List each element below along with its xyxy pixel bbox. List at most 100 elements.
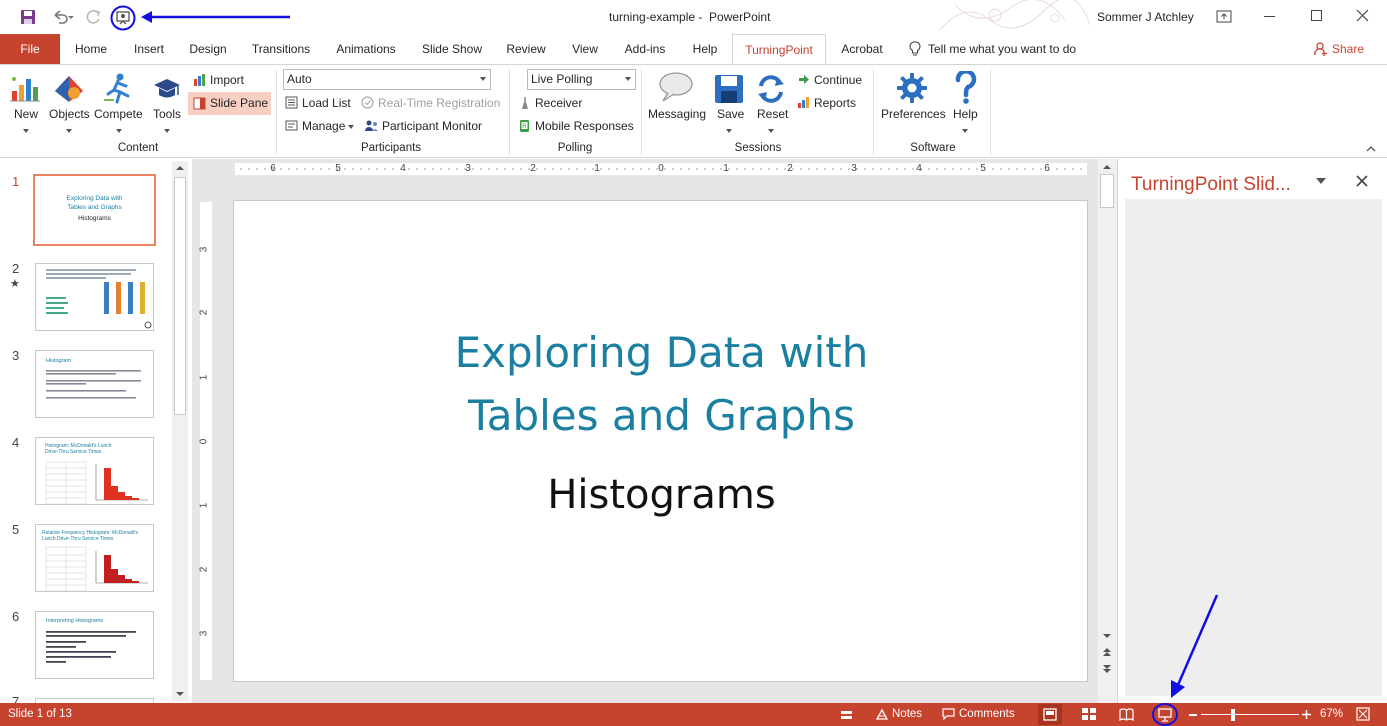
preferences-button[interactable]: Preferences xyxy=(881,107,946,121)
load-list-button[interactable]: Load List xyxy=(302,96,351,110)
messaging-button[interactable]: Messaging xyxy=(648,107,706,121)
maximize-icon[interactable] xyxy=(1311,10,1322,21)
zoom-out-icon[interactable] xyxy=(1189,714,1197,716)
slide-sorter-icon[interactable] xyxy=(1082,708,1096,721)
share-button[interactable]: Share xyxy=(1332,34,1364,64)
task-pane-options-icon[interactable] xyxy=(1316,178,1326,184)
thumbnail-slide-3[interactable]: Histogram xyxy=(35,350,154,418)
zoom-slider-thumb[interactable] xyxy=(1231,709,1235,721)
zoom-in-icon[interactable] xyxy=(1302,710,1311,719)
scroll-up-icon[interactable] xyxy=(1103,164,1111,170)
mobile-responses-button[interactable]: Mobile Responses xyxy=(535,119,634,133)
scroll-thumb[interactable] xyxy=(1100,174,1114,208)
thumbnail-slide-6[interactable]: Interpreting Histograms xyxy=(35,611,154,679)
new-button[interactable]: New xyxy=(14,107,38,121)
presenter-view-quick-icon[interactable] xyxy=(110,5,136,31)
participant-monitor-button[interactable]: Participant Monitor xyxy=(382,119,482,133)
thumbnail-scrollbar[interactable] xyxy=(172,161,188,701)
editor-scrollbar[interactable] xyxy=(1098,159,1117,703)
tab-file[interactable]: File xyxy=(0,34,60,64)
polling-mode-combo[interactable]: Live Polling xyxy=(527,69,636,90)
participant-list-combo[interactable]: Auto xyxy=(283,69,491,90)
manage-button[interactable]: Manage xyxy=(302,119,345,133)
share-icon[interactable] xyxy=(1314,42,1328,56)
scroll-down-icon[interactable] xyxy=(1103,633,1111,639)
save-icon[interactable] xyxy=(20,9,36,25)
compete-icon[interactable] xyxy=(102,72,134,104)
reading-view-icon[interactable] xyxy=(1119,708,1134,721)
notes-icon[interactable] xyxy=(876,708,888,720)
user-name[interactable]: Sommer J Atchley xyxy=(1097,10,1194,24)
tools-button[interactable]: Tools xyxy=(153,107,181,121)
session-save-icon[interactable] xyxy=(714,74,744,104)
import-button[interactable]: Import xyxy=(210,73,244,87)
slide-show-icon[interactable] xyxy=(1152,703,1178,726)
reset-button[interactable]: Reset xyxy=(757,107,788,121)
objects-icon[interactable] xyxy=(52,73,86,105)
help-dropdown-icon[interactable] xyxy=(962,129,968,133)
tools-dropdown-icon[interactable] xyxy=(164,129,170,133)
compete-dropdown-icon[interactable] xyxy=(116,129,122,133)
tab-help[interactable]: Help xyxy=(688,34,722,64)
tab-animations[interactable]: Animations xyxy=(333,34,399,64)
normal-view-button[interactable] xyxy=(1038,704,1062,725)
thumbnail-slide-5[interactable]: Relative Frequency Histogram: McDonald's… xyxy=(35,524,154,592)
next-slide-icon[interactable] xyxy=(1103,664,1111,674)
session-save-button[interactable]: Save xyxy=(717,107,744,121)
collapse-ribbon-icon[interactable] xyxy=(1366,145,1376,152)
scroll-down-icon[interactable] xyxy=(176,691,184,697)
session-save-dropdown-icon[interactable] xyxy=(726,129,732,133)
tab-transitions[interactable]: Transitions xyxy=(248,34,314,64)
scroll-up-icon[interactable] xyxy=(176,165,184,171)
zoom-slider[interactable] xyxy=(1201,714,1299,715)
reset-icon[interactable] xyxy=(755,74,787,104)
tab-view[interactable]: View xyxy=(568,34,602,64)
zoom-level[interactable]: 67% xyxy=(1320,708,1343,720)
tab-addins[interactable]: Add-ins xyxy=(620,34,670,64)
fit-slide-icon[interactable] xyxy=(1356,707,1370,721)
slide-pane-button[interactable]: Slide Pane xyxy=(188,92,271,115)
tools-icon[interactable] xyxy=(153,76,181,102)
continue-button[interactable]: Continue xyxy=(814,73,862,87)
tab-insert[interactable]: Insert xyxy=(128,34,170,64)
slide-title[interactable]: Exploring Data with Tables and Graphs xyxy=(234,321,1089,447)
thumbnail-slide-4[interactable]: Histogram: McDonald's Lunch Drive-Thru S… xyxy=(35,437,154,505)
realtime-registration-button[interactable]: Real-Time Registration xyxy=(378,96,500,110)
tab-home[interactable]: Home xyxy=(72,34,110,64)
help-button[interactable]: Help xyxy=(953,107,978,121)
tab-turningpoint[interactable]: TurningPoint xyxy=(732,34,826,64)
comments-icon[interactable] xyxy=(942,708,955,720)
slide-canvas[interactable]: Exploring Data with Tables and Graphs Hi… xyxy=(233,200,1088,682)
tab-acrobat[interactable]: Acrobat xyxy=(838,34,886,64)
task-pane-content[interactable] xyxy=(1125,199,1382,696)
messaging-icon[interactable] xyxy=(657,71,695,103)
minimize-icon[interactable] xyxy=(1264,16,1275,17)
objects-button[interactable]: Objects xyxy=(49,107,90,121)
previous-slide-icon[interactable] xyxy=(1103,647,1111,657)
thumbnail-slide-2[interactable] xyxy=(35,263,154,331)
undo-icon[interactable] xyxy=(52,9,74,25)
comments-button[interactable]: Comments xyxy=(959,708,1015,720)
compete-button[interactable]: Compete xyxy=(94,107,143,121)
reports-button[interactable]: Reports xyxy=(814,96,856,110)
preferences-icon[interactable] xyxy=(896,72,928,104)
notes-toggle-icon[interactable] xyxy=(841,709,852,720)
reset-dropdown-icon[interactable] xyxy=(768,129,774,133)
help-icon[interactable] xyxy=(954,71,978,105)
tab-design[interactable]: Design xyxy=(186,34,230,64)
new-dropdown-icon[interactable] xyxy=(23,129,29,133)
ribbon-display-options-icon[interactable] xyxy=(1216,10,1232,23)
tab-slideshow[interactable]: Slide Show xyxy=(420,34,484,64)
objects-dropdown-icon[interactable] xyxy=(66,129,72,133)
task-pane-close-icon[interactable] xyxy=(1356,175,1368,187)
redo-icon[interactable] xyxy=(86,9,102,25)
thumbnail-slide-1[interactable]: Exploring Data with Tables and Graphs Hi… xyxy=(33,174,156,246)
manage-dropdown-icon[interactable] xyxy=(348,125,354,129)
tell-me-search[interactable]: Tell me what you want to do xyxy=(928,34,1076,64)
notes-button[interactable]: Notes xyxy=(892,708,922,720)
close-icon[interactable] xyxy=(1356,9,1369,22)
slide-subtitle[interactable]: Histograms xyxy=(234,472,1089,518)
scroll-thumb[interactable] xyxy=(174,177,186,415)
receiver-button[interactable]: Receiver xyxy=(535,96,582,110)
new-icon[interactable] xyxy=(8,73,42,105)
